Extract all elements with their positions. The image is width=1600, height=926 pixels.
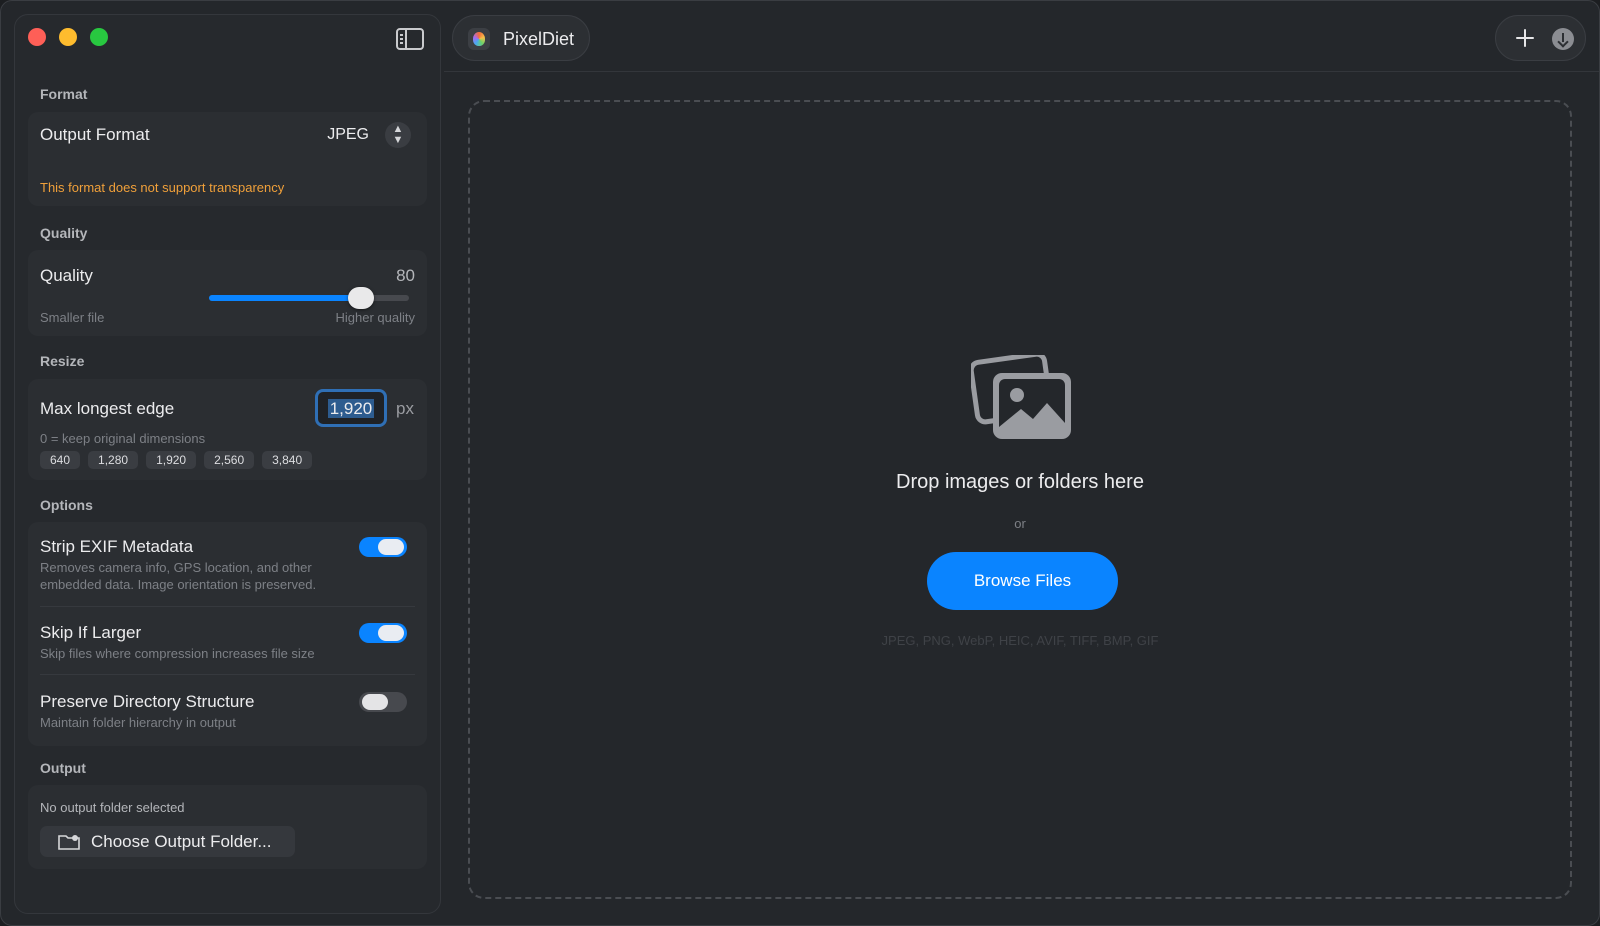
px-unit-label: px: [396, 399, 414, 418]
quality-card: Quality 80 Smaller file Higher quality: [28, 250, 427, 336]
preset-chip[interactable]: 1,920: [146, 451, 197, 469]
browse-files-button[interactable]: Browse Files: [927, 552, 1118, 610]
transparency-warning: This format does not support transparenc…: [40, 180, 285, 195]
preserve-dirs-desc: Maintain folder hierarchy in output: [40, 715, 236, 730]
quality-value: 80: [396, 266, 415, 285]
close-window-button[interactable]: [28, 28, 46, 46]
drop-zone[interactable]: Drop images or folders here or Browse Fi…: [468, 100, 1572, 899]
quality-slider-fill: [209, 295, 362, 301]
max-edge-label: Max longest edge: [40, 399, 175, 418]
photos-icon: [971, 355, 1071, 439]
folder-badge-icon: [58, 835, 80, 850]
format-card: Output Format JPEG ▲ ▼ This format does n…: [28, 112, 427, 206]
app-name: PixelDiet: [503, 29, 575, 49]
quality-slider-thumb[interactable]: [348, 287, 375, 309]
resize-presets: 640 1,280 1,920 2,560 3,840: [40, 451, 313, 469]
quality-label: Quality: [40, 266, 93, 285]
preset-chip[interactable]: 1,280: [88, 451, 139, 469]
output-section-label: Output: [40, 760, 86, 776]
maximize-window-button[interactable]: [90, 28, 108, 46]
resize-hint: 0 = keep original dimensions: [40, 431, 206, 446]
toolbar-actions: [1495, 15, 1586, 61]
preserve-dirs-title: Preserve Directory Structure: [40, 692, 255, 711]
output-format-label: Output Format: [40, 125, 150, 144]
skip-larger-desc: Skip files where compression increases f…: [40, 646, 315, 661]
resize-card: Max longest edge 1,920 px 0 = keep origi…: [28, 379, 427, 480]
choose-output-folder-button[interactable]: Choose Output Folder...: [40, 826, 295, 857]
format-section-label: Format: [40, 86, 88, 102]
strip-exif-title: Strip EXIF Metadata: [40, 537, 194, 556]
supported-formats: JPEG, PNG, WebP, HEIC, AVIF, TIFF, BMP, …: [881, 633, 1159, 648]
output-format-select[interactable]: JPEG: [327, 126, 369, 144]
options-card: Strip EXIF Metadata Removes camera info,…: [28, 522, 427, 746]
minimize-window-button[interactable]: [59, 28, 77, 46]
app-title-pill: PixelDiet: [452, 15, 590, 61]
output-card: No output folder selected Choose Output …: [28, 785, 427, 869]
skip-larger-title: Skip If Larger: [40, 623, 142, 642]
quality-slider[interactable]: [209, 287, 409, 309]
preserve-dirs-toggle[interactable]: [359, 692, 407, 712]
choose-output-folder-label: Choose Output Folder...: [91, 832, 272, 851]
drop-title: Drop images or folders here: [896, 471, 1144, 493]
quality-min-label: Smaller file: [40, 310, 105, 325]
app-logo-icon: [468, 28, 490, 50]
chevron-updown-icon[interactable]: ▲ ▼: [385, 122, 411, 148]
options-divider: [40, 606, 415, 607]
header-divider: [444, 71, 1599, 72]
sidebar-toggle-icon[interactable]: [396, 28, 424, 50]
plus-icon[interactable]: [1514, 27, 1536, 49]
window-controls: [28, 28, 108, 46]
resize-section-label: Resize: [40, 353, 85, 369]
max-edge-value: 1,920: [327, 399, 375, 418]
app-window: Format Output Format JPEG ▲ ▼ This format…: [0, 0, 1600, 926]
output-status: No output folder selected: [40, 800, 185, 815]
options-section-label: Options: [40, 497, 93, 513]
skip-larger-toggle[interactable]: [359, 623, 407, 643]
preset-chip[interactable]: 3,840: [262, 451, 313, 469]
preset-chip[interactable]: 640: [40, 451, 81, 469]
quality-max-label: Higher quality: [335, 310, 416, 325]
quality-section-label: Quality: [40, 225, 88, 241]
preset-chip[interactable]: 2,560: [204, 451, 255, 469]
options-divider: [40, 674, 415, 675]
strip-exif-desc: Removes camera info, GPS location, and o…: [40, 560, 317, 592]
drop-or: or: [1014, 516, 1026, 531]
download-icon[interactable]: [1552, 28, 1574, 50]
strip-exif-toggle[interactable]: [359, 537, 407, 557]
max-edge-input[interactable]: 1,920: [315, 389, 387, 427]
